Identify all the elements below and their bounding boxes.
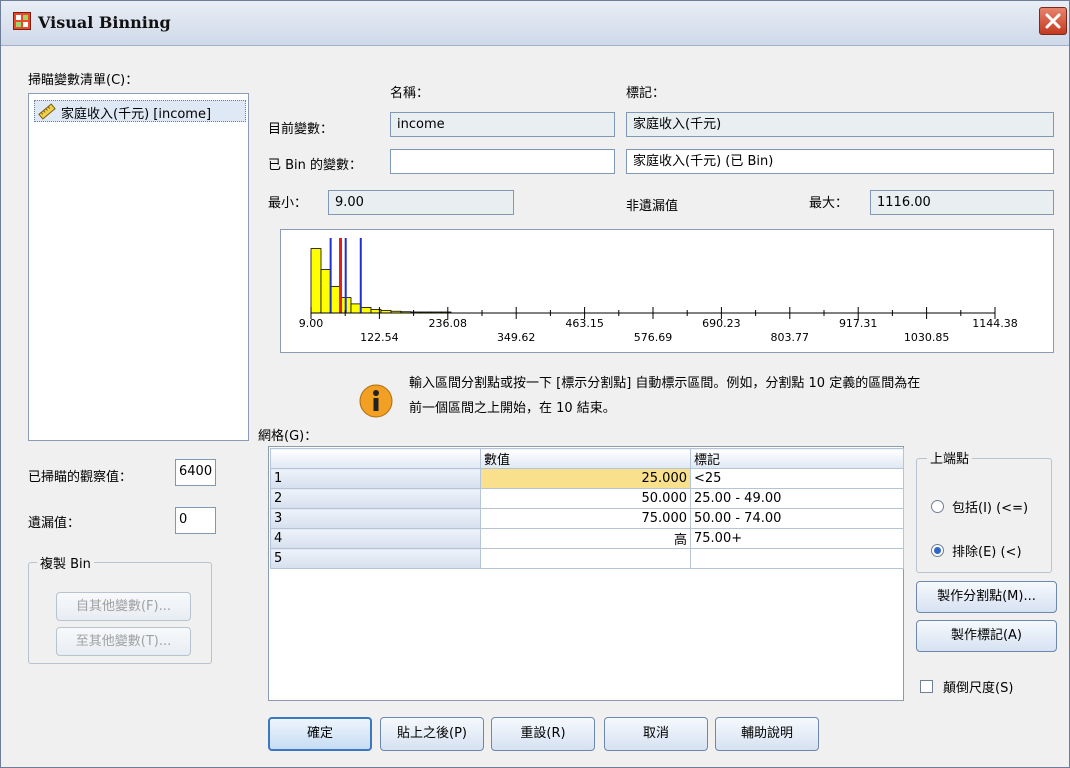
reverse-scale-checkbox[interactable] — [920, 680, 933, 693]
label-cell[interactable]: 50.00 - 74.00 — [690, 508, 904, 529]
current-variable-label-field: 家庭收入(千元) — [626, 112, 1054, 137]
info-icon — [359, 384, 393, 418]
paste-button[interactable]: 貼上之後(P) — [380, 717, 484, 751]
grid-header-label: 標記 — [690, 448, 904, 469]
reset-button[interactable]: 重設(R) — [491, 717, 595, 751]
row-number-cell[interactable]: 1 — [270, 468, 481, 489]
copy-bins-title: 複製 Bin — [37, 553, 94, 572]
current-variable-label: 目前變數： — [268, 122, 334, 137]
scanned-cases-label: 已掃瞄的觀察值： — [28, 470, 133, 485]
axis-tick-label: 917.31 — [839, 317, 878, 330]
window-title: Visual Binning — [38, 13, 171, 32]
minimum-value-field: 9.00 — [328, 190, 514, 215]
name-column-header: 名稱： — [390, 86, 430, 101]
value-cell[interactable]: 75.000 — [480, 508, 691, 529]
histogram-chart: 9.00 236.08 463.15 690.23 917.31 1144.38 122.5… — [299, 238, 1018, 344]
label-cell[interactable] — [690, 548, 904, 569]
list-item-income[interactable]: 家庭收入(千元) [income] — [34, 100, 246, 122]
label-cell[interactable]: 75.00+ — [690, 528, 904, 549]
ok-button[interactable]: 確定 — [268, 717, 372, 751]
value-cell[interactable] — [480, 548, 691, 569]
axis-tick-label: 236.08 — [429, 317, 468, 330]
variable-list-label: 掃瞄變數清單(C)： — [28, 73, 139, 88]
value-cell[interactable]: 50.000 — [480, 488, 691, 509]
grid-label: 網格(G)： — [258, 429, 318, 444]
reverse-scale-label[interactable]: 顛倒尺度(S) — [943, 677, 1013, 696]
ruler-icon — [38, 103, 56, 120]
binned-variable-name-input[interactable] — [390, 149, 615, 174]
spreadsheet-app-icon — [13, 12, 31, 30]
row-number-cell[interactable]: 5 — [270, 548, 481, 569]
axis-tick-label: 803.77 — [771, 331, 810, 344]
axis-tick-label: 9.00 — [299, 317, 324, 330]
scanned-cases-value: 6400 — [175, 459, 216, 486]
table-row[interactable]: 1 25.000 <25 — [270, 468, 904, 489]
row-number-cell[interactable]: 3 — [270, 508, 481, 529]
missing-values-label: 遺漏值： — [28, 516, 81, 531]
close-button[interactable] — [1039, 7, 1067, 35]
histogram-bar — [350, 303, 362, 314]
axis-tick-label: 349.62 — [497, 331, 535, 344]
include-endpoint-label[interactable]: 包括(I) (<=) — [952, 497, 1028, 516]
histogram-bar — [360, 307, 372, 314]
row-number-cell[interactable]: 4 — [270, 528, 481, 549]
histogram-panel[interactable]: 9.00 236.08 463.15 690.23 917.31 1144.38 122.5… — [280, 229, 1054, 353]
minimum-label: 最小： — [268, 196, 308, 211]
nonmissing-label: 非遺漏值 — [626, 199, 679, 214]
label-cell[interactable]: <25 — [690, 468, 904, 489]
axis-tick-label: 1144.38 — [972, 317, 1018, 330]
make-cutpoints-button[interactable]: 製作分割點(M)... — [916, 581, 1057, 613]
label-cell[interactable]: 25.00 - 49.00 — [690, 488, 904, 509]
row-number-cell[interactable]: 2 — [270, 488, 481, 509]
list-item-label: 家庭收入(千元) [income] — [61, 107, 212, 122]
copy-from-variable-button[interactable]: 自其他變數(F)... — [56, 592, 191, 621]
table-row[interactable]: 4 高 75.00+ — [270, 528, 904, 549]
cancel-button[interactable]: 取消 — [604, 717, 708, 751]
current-variable-name-field: income — [390, 112, 615, 137]
cutpoint-grid[interactable]: 數值 標記 1 25.000 <25 2 50.000 25.00 - 49.00 3 75.… — [270, 448, 904, 569]
axis-tick-label: 690.23 — [702, 317, 741, 330]
help-button[interactable]: 輔助說明 — [715, 717, 819, 751]
table-row[interactable]: 5 — [270, 548, 904, 569]
copy-to-variable-button[interactable]: 至其他變數(T)... — [56, 627, 191, 656]
binned-variable-label: 已 Bin 的變數： — [268, 158, 363, 173]
include-endpoint-radio[interactable] — [931, 500, 944, 513]
variable-list[interactable]: 家庭收入(千元) [income] — [28, 93, 249, 441]
info-text-line1: 輸入區間分割點或按一下 [標示分割點] 自動標示區間。例如，分割點 10 定義的… — [409, 376, 921, 391]
close-icon — [1045, 13, 1061, 29]
make-labels-button[interactable]: 製作標記(A) — [916, 620, 1057, 652]
upper-endpoint-title: 上端點 — [927, 448, 973, 467]
grid-corner-header — [270, 448, 481, 469]
table-row[interactable]: 2 50.000 25.00 - 49.00 — [270, 488, 904, 509]
table-row[interactable]: 3 75.000 50.00 - 74.00 — [270, 508, 904, 529]
exclude-endpoint-label[interactable]: 排除(E) (<) — [952, 541, 1022, 560]
histogram-bar — [320, 269, 332, 314]
missing-values-value: 0 — [175, 507, 216, 534]
maximum-value-field: 1116.00 — [870, 190, 1054, 215]
exclude-endpoint-radio[interactable] — [931, 544, 944, 557]
histogram-bar — [310, 248, 322, 314]
value-cell[interactable]: 高 — [480, 528, 691, 549]
info-text-line2: 前一個區間之上開始，在 10 結束。 — [409, 401, 616, 416]
title-bar: Visual Binning — [1, 1, 1069, 46]
axis-tick-label: 463.15 — [565, 317, 604, 330]
grid-header-value: 數值 — [480, 448, 691, 469]
axis-tick-label: 122.54 — [360, 331, 399, 344]
label-column-header: 標記： — [626, 86, 666, 101]
axis-tick-label: 576.69 — [634, 331, 673, 344]
axis-tick-label: 1030.85 — [904, 331, 950, 344]
binned-variable-label-input[interactable]: 家庭收入(千元) (已 Bin) — [626, 149, 1054, 174]
maximum-label: 最大： — [809, 196, 849, 211]
value-cell[interactable]: 25.000 — [480, 468, 691, 489]
visual-binning-dialog: Visual Binning 掃瞄變數清單(C)： 家庭收入(千元) [inco… — [0, 0, 1070, 768]
